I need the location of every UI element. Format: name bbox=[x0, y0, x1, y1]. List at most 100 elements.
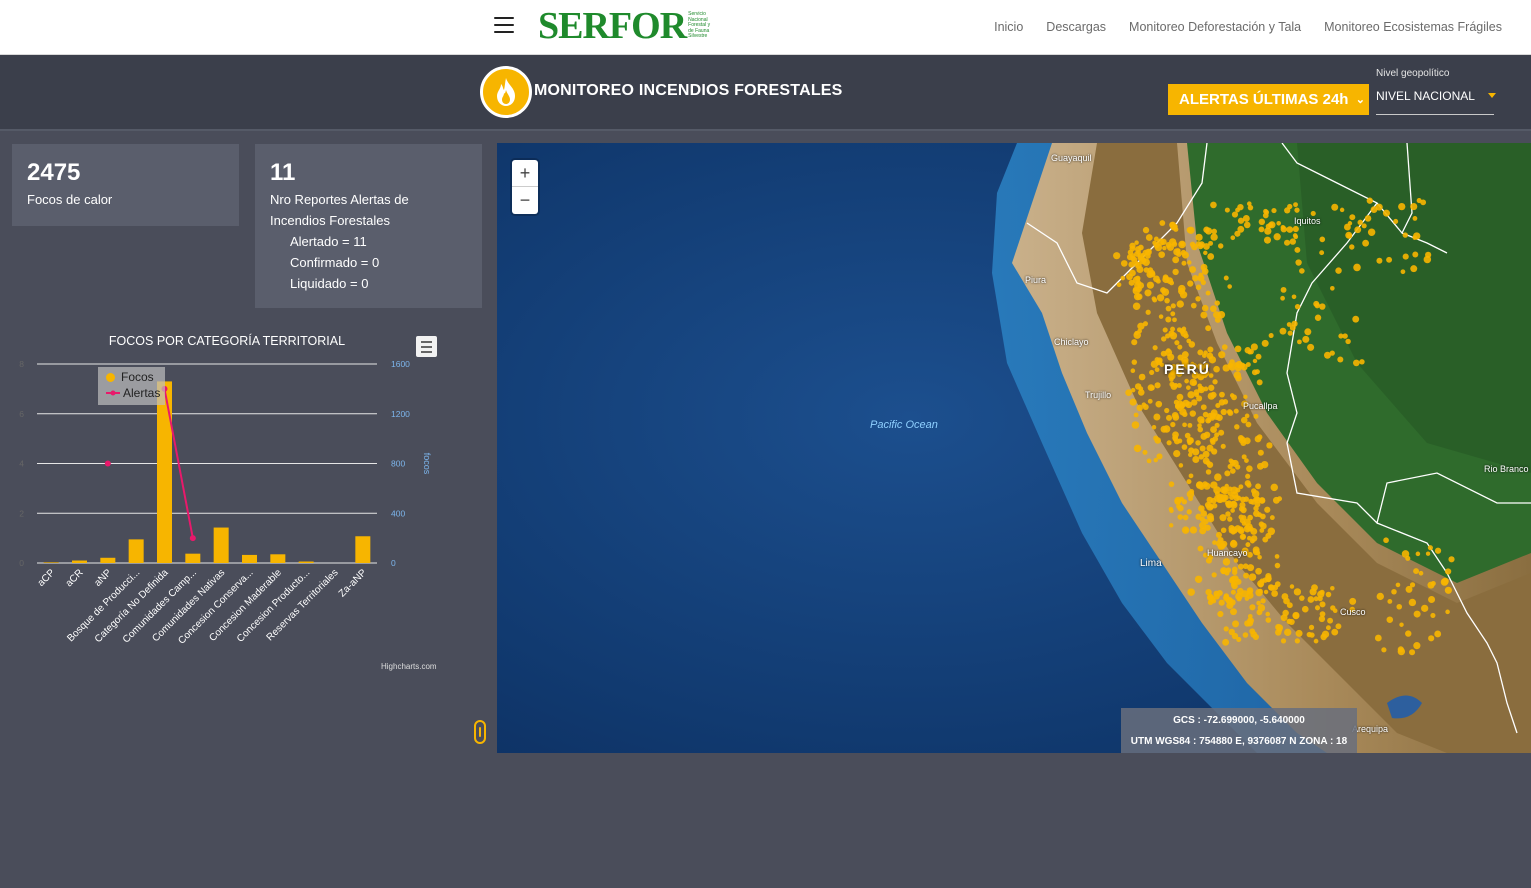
hotspot-marker[interactable] bbox=[1223, 275, 1229, 281]
hotspot-marker[interactable] bbox=[1218, 599, 1225, 606]
hotspot-marker[interactable] bbox=[1201, 353, 1207, 358]
hotspot-marker[interactable] bbox=[1234, 345, 1242, 353]
hotspot-marker[interactable] bbox=[1284, 628, 1292, 636]
hotspot-marker[interactable] bbox=[1325, 625, 1331, 631]
hotspot-marker[interactable] bbox=[1255, 550, 1261, 556]
hotspot-marker[interactable] bbox=[1214, 473, 1222, 481]
hotspot-marker[interactable] bbox=[1126, 273, 1133, 281]
hotspot-marker[interactable] bbox=[1295, 259, 1302, 266]
hotspot-marker[interactable] bbox=[1169, 280, 1175, 286]
hotspot-marker[interactable] bbox=[1256, 379, 1263, 386]
hotspot-marker[interactable] bbox=[1294, 247, 1301, 253]
hotspot-marker[interactable] bbox=[1383, 537, 1389, 544]
hotspot-marker[interactable] bbox=[1420, 199, 1427, 206]
hotspot-marker[interactable] bbox=[1187, 226, 1195, 234]
hotspot-marker[interactable] bbox=[1280, 638, 1287, 644]
hotspot-marker[interactable] bbox=[1314, 605, 1321, 611]
hotspot-marker[interactable] bbox=[1321, 630, 1330, 638]
hotspot-marker[interactable] bbox=[1186, 490, 1195, 498]
hotspot-marker[interactable] bbox=[1198, 454, 1205, 460]
nav-link-deforestacion[interactable]: Monitoreo Deforestación y Tala bbox=[1129, 20, 1301, 34]
hotspot-marker[interactable] bbox=[1256, 434, 1263, 440]
hotspot-marker[interactable] bbox=[1228, 527, 1235, 534]
hotspot-marker[interactable] bbox=[1210, 305, 1217, 313]
hotspot-marker[interactable] bbox=[1231, 582, 1238, 590]
hotspot-marker[interactable] bbox=[1240, 416, 1248, 424]
hotspot-marker[interactable] bbox=[1267, 584, 1275, 591]
hotspot-marker[interactable] bbox=[1160, 350, 1167, 357]
hotspot-marker[interactable] bbox=[1262, 577, 1268, 583]
hotspot-marker[interactable] bbox=[1116, 282, 1122, 288]
hotspot-marker[interactable] bbox=[1246, 587, 1254, 594]
hotspot-marker[interactable] bbox=[1131, 421, 1140, 429]
hotspot-marker[interactable] bbox=[1258, 218, 1266, 226]
hotspot-marker[interactable] bbox=[1395, 582, 1401, 588]
hotspot-marker[interactable] bbox=[1173, 383, 1179, 388]
hotspot-marker[interactable] bbox=[1142, 226, 1150, 234]
hotspot-marker[interactable] bbox=[1155, 400, 1163, 408]
hotspot-marker[interactable] bbox=[1232, 620, 1240, 628]
hotspot-marker[interactable] bbox=[1402, 253, 1409, 260]
hotspot-marker[interactable] bbox=[1177, 514, 1184, 520]
hotspot-marker[interactable] bbox=[1154, 382, 1161, 389]
hotspot-marker[interactable] bbox=[1126, 254, 1134, 261]
hotspot-marker[interactable] bbox=[1345, 338, 1351, 345]
hotspot-marker[interactable] bbox=[1222, 364, 1230, 372]
hotspot-marker[interactable] bbox=[1154, 243, 1163, 252]
hotspot-marker[interactable] bbox=[1233, 558, 1239, 563]
hotspot-marker[interactable] bbox=[1229, 599, 1236, 606]
hotspot-marker[interactable] bbox=[1346, 233, 1353, 239]
hotspot-marker[interactable] bbox=[1187, 260, 1192, 265]
hotspot-marker[interactable] bbox=[1158, 314, 1164, 319]
hotspot-marker[interactable] bbox=[1176, 406, 1182, 412]
hotspot-marker[interactable] bbox=[1235, 375, 1242, 382]
hotspot-marker[interactable] bbox=[1205, 588, 1212, 596]
hotspot-marker[interactable] bbox=[1339, 207, 1345, 213]
hotspot-marker[interactable] bbox=[1198, 241, 1205, 248]
hotspot-marker[interactable] bbox=[1203, 482, 1211, 490]
hotspot-marker[interactable] bbox=[1332, 608, 1338, 614]
hotspot-marker[interactable] bbox=[1182, 422, 1187, 428]
hotspot-marker[interactable] bbox=[1169, 377, 1174, 382]
hotspot-marker[interactable] bbox=[1164, 297, 1170, 304]
hotspot-marker[interactable] bbox=[1174, 340, 1180, 346]
hotspot-marker[interactable] bbox=[1196, 481, 1204, 489]
hotspot-marker[interactable] bbox=[1165, 316, 1172, 323]
hotspot-marker[interactable] bbox=[1352, 359, 1360, 367]
hotspot-marker[interactable] bbox=[1276, 220, 1281, 226]
hotspot-marker[interactable] bbox=[1216, 414, 1223, 421]
hotspot-marker[interactable] bbox=[1190, 302, 1197, 309]
hotspot-marker[interactable] bbox=[1162, 275, 1170, 284]
hotspot-marker[interactable] bbox=[1165, 305, 1172, 312]
hotspot-marker[interactable] bbox=[1294, 303, 1301, 310]
hotspot-marker[interactable] bbox=[1410, 265, 1418, 273]
hotspot-marker[interactable] bbox=[1260, 598, 1266, 604]
hotspot-marker[interactable] bbox=[1177, 438, 1183, 444]
hotspot-marker[interactable] bbox=[1330, 285, 1335, 291]
hotspot-marker[interactable] bbox=[1281, 593, 1289, 600]
hotspot-marker[interactable] bbox=[1204, 524, 1211, 531]
hotspot-marker[interactable] bbox=[1153, 413, 1161, 421]
hotspot-marker[interactable] bbox=[1314, 314, 1322, 321]
hotspot-marker[interactable] bbox=[1131, 339, 1138, 346]
hotspot-marker[interactable] bbox=[1297, 339, 1302, 345]
hotspot-marker[interactable] bbox=[1222, 399, 1229, 405]
nav-link-descargas[interactable]: Descargas bbox=[1046, 20, 1106, 34]
hotspot-marker[interactable] bbox=[1166, 348, 1171, 353]
hotspot-marker[interactable] bbox=[1307, 343, 1315, 351]
hotspot-marker[interactable] bbox=[1195, 233, 1203, 241]
hotspot-marker[interactable] bbox=[1239, 496, 1246, 503]
hotspot-marker[interactable] bbox=[1319, 303, 1326, 310]
hotspot-marker[interactable] bbox=[1188, 447, 1195, 454]
hotspot-marker[interactable] bbox=[1430, 612, 1436, 618]
hotspot-marker[interactable] bbox=[1391, 588, 1397, 595]
hotspot-marker[interactable] bbox=[1269, 515, 1275, 521]
hotspot-marker[interactable] bbox=[1271, 590, 1278, 597]
hotspot-marker[interactable] bbox=[1448, 556, 1455, 563]
hotspot-marker[interactable] bbox=[1231, 632, 1239, 640]
hotspot-marker[interactable] bbox=[1221, 569, 1227, 575]
hotspot-marker[interactable] bbox=[1354, 226, 1362, 234]
hotspot-marker[interactable] bbox=[1255, 353, 1262, 360]
hotspot-marker[interactable] bbox=[1287, 330, 1293, 336]
hotspot-marker[interactable] bbox=[1413, 610, 1421, 618]
